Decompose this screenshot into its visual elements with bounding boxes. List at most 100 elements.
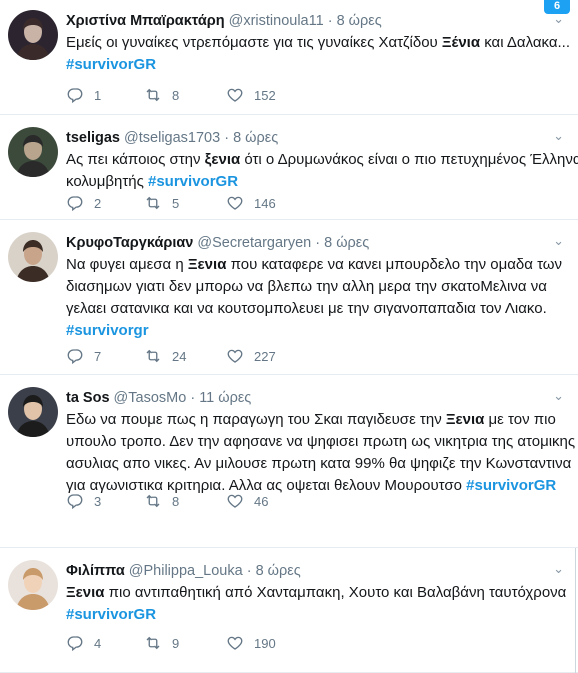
new-tweets-badge[interactable]: 6: [544, 0, 570, 14]
like-count: 152: [254, 87, 276, 103]
tweet-text-segment: και Δαλακα...: [480, 34, 571, 51]
avatar[interactable]: [8, 560, 58, 610]
user-handle[interactable]: @TasosMo: [114, 390, 187, 406]
retweet-icon: [146, 636, 160, 650]
tweet[interactable]: Χριστίνα Μπαϊρακτάρη @xristinoula11 · 8 …: [0, 0, 578, 115]
hashtag-link[interactable]: #survivorGR: [66, 56, 156, 73]
tweet-text-line: Ξενια πιο αντιπαθητική από Χανταμπακη, Χ…: [66, 582, 566, 604]
avatar[interactable]: [8, 387, 58, 437]
like-button[interactable]: 152: [226, 86, 276, 104]
reply-count: 7: [94, 348, 102, 364]
tweet-text-segment: που καταφερε να κανει μπουρδελο την ομαδ…: [226, 256, 563, 273]
avatar[interactable]: [8, 127, 58, 177]
reply-icon: [67, 196, 83, 212]
tweet-text: Εδω να πουμε πως η παραγωγη του Σκαι παγ…: [66, 409, 575, 497]
scrollbar-track[interactable]: [575, 548, 576, 673]
tweet-timestamp[interactable]: 8 ώρες: [233, 130, 278, 146]
avatar[interactable]: [8, 232, 58, 282]
display-name[interactable]: Φιλίππα: [66, 563, 125, 579]
avatar-image: [8, 387, 58, 437]
retweet-button[interactable]: 8: [144, 86, 226, 104]
chevron-down-icon[interactable]: ⌄: [553, 389, 564, 403]
separator-dot: ·: [323, 13, 337, 29]
tweet-text-segment: κολυμβητής: [66, 173, 148, 190]
tweet-timestamp[interactable]: 8 ώρες: [256, 563, 301, 579]
avatar[interactable]: [8, 10, 58, 60]
tweet-text-segment: γελαει σατανικα και να κουτσομπολευει με…: [66, 300, 547, 317]
highlighted-keyword: Ξενια: [445, 411, 485, 428]
like-button[interactable]: 46: [226, 492, 268, 510]
chevron-down-icon[interactable]: ⌄: [553, 234, 564, 248]
retweet-button[interactable]: 5: [144, 194, 226, 212]
display-name[interactable]: tseligas: [66, 130, 120, 146]
tweet-text-line: Εμείς οι γυναίκες ντρεπόμαστε για τις γυ…: [66, 32, 570, 54]
hashtag-link[interactable]: #survivorgr: [66, 322, 149, 339]
hashtag-link[interactable]: #survivorGR: [66, 606, 156, 623]
reply-count: 1: [94, 87, 102, 103]
tweet-text-line: #survivorGR: [66, 54, 566, 76]
retweet-count: 8: [172, 87, 180, 103]
display-name[interactable]: Χριστίνα Μπαϊρακτάρη: [66, 13, 225, 29]
tweet-text-line: Εδω να πουμε πως η παραγωγη του Σκαι παγ…: [66, 409, 566, 431]
avatar-image: [8, 560, 58, 610]
reply-icon: [67, 494, 83, 510]
tweet-text-line: Να φυγει αμεσα η Ξενια που καταφερε να κ…: [66, 254, 566, 276]
display-name[interactable]: ta Sos: [66, 390, 110, 406]
tweet-text-line: γελαει σατανικα και να κουτσομπολευει με…: [66, 298, 566, 320]
tweet-actions: 3 8 46: [66, 492, 268, 510]
chevron-down-icon[interactable]: ⌄: [553, 129, 564, 143]
retweet-icon: [146, 196, 160, 210]
tweet-text: Ξενια πιο αντιπαθητική από Χανταμπακη, Χ…: [66, 582, 566, 626]
like-button[interactable]: 227: [226, 347, 276, 365]
tweet[interactable]: Φιλίππα @Philippa_Louka · 8 ώρες Ξενια πι…: [0, 548, 578, 673]
hashtag-link[interactable]: #survivorGR: [466, 477, 556, 494]
tweet-text-line: ασυλιας απο νικες. Αν μιλουσε πρωτη κατα…: [66, 453, 571, 475]
reply-button[interactable]: 2: [66, 194, 144, 212]
tweet-text-segment: ασυλιας απο νικες. Αν μιλουσε πρωτη κατα…: [66, 455, 572, 472]
reply-button[interactable]: 7: [66, 347, 144, 365]
user-handle[interactable]: @Secretargaryen: [197, 235, 311, 251]
tweet-text-segment: Ας πει κάποιος στην: [66, 151, 205, 168]
highlighted-keyword: Ξένια: [441, 34, 481, 51]
retweet-count: 24: [172, 348, 187, 364]
tweet-text-line: Ας πει κάποιος στην ξενια ότι ο Δρυμωνάκ…: [66, 149, 578, 171]
tweet-text-line: διασημων γιατι δεν μπορω να βλεπω την αλ…: [66, 276, 566, 298]
separator-dot: ·: [242, 563, 256, 579]
retweet-button[interactable]: 9: [144, 634, 226, 652]
tweet-header: ΚρυφοΤαργκάριαν @Secretargaryen · 8 ώρες: [66, 234, 566, 252]
tweet-header: ta Sos @TasosMo · 11 ώρες: [66, 389, 566, 407]
tweet-text: Ας πει κάποιος στην ξενια ότι ο Δρυμωνάκ…: [66, 149, 578, 193]
tweet-text-segment: Εδω να πουμε πως η παραγωγη του Σκαι παγ…: [66, 411, 446, 428]
separator-dot: ·: [311, 235, 325, 251]
hashtag-link[interactable]: #survivorGR: [148, 173, 238, 190]
reply-icon: [67, 349, 83, 365]
user-handle[interactable]: @tseligas1703: [124, 130, 220, 146]
tweet[interactable]: ta Sos @TasosMo · 11 ώρες Εδω να πουμε πω…: [0, 375, 578, 548]
tweet-text-segment: διασημων γιατι δεν μπορω να βλεπω την αλ…: [66, 278, 547, 295]
retweet-button[interactable]: 24: [144, 347, 226, 365]
reply-button[interactable]: 4: [66, 634, 144, 652]
like-icon: [227, 88, 243, 102]
like-button[interactable]: 146: [226, 194, 276, 212]
tweet-text-segment: Εμείς οι γυναίκες ντρεπόμαστε για τις γυ…: [66, 34, 442, 51]
tweet-timestamp[interactable]: 8 ώρες: [337, 13, 382, 29]
tweet-timestamp[interactable]: 11 ώρες: [199, 390, 251, 406]
display-name[interactable]: ΚρυφοΤαργκάριαν: [66, 235, 193, 251]
like-button[interactable]: 190: [226, 634, 276, 652]
retweet-count: 5: [172, 195, 180, 211]
tweet[interactable]: tseligas @tseligas1703 · 8 ώρες Ας πει κά…: [0, 115, 578, 220]
highlighted-keyword: Ξενια: [187, 256, 227, 273]
retweet-icon: [146, 494, 160, 508]
tweet-text-segment: Να φυγει αμεσα η: [66, 256, 188, 273]
chevron-down-icon[interactable]: ⌄: [553, 12, 564, 26]
reply-button[interactable]: 1: [66, 86, 144, 104]
chevron-down-icon[interactable]: ⌄: [553, 562, 564, 576]
user-handle[interactable]: @Philippa_Louka: [129, 563, 243, 579]
retweet-button[interactable]: 8: [144, 492, 226, 510]
separator-dot: ·: [186, 390, 200, 406]
user-handle[interactable]: @xristinoula11: [229, 13, 324, 29]
tweet[interactable]: ΚρυφοΤαργκάριαν @Secretargaryen · 8 ώρες…: [0, 220, 578, 375]
tweet-timestamp[interactable]: 8 ώρες: [324, 235, 369, 251]
reply-button[interactable]: 3: [66, 492, 144, 510]
highlighted-keyword: ξενια: [204, 151, 241, 168]
